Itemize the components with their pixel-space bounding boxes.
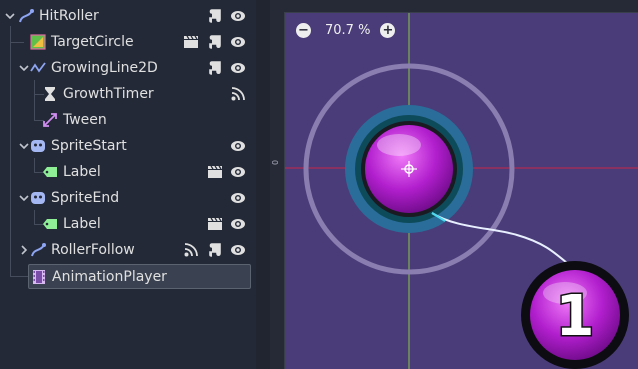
- zoom-in-button[interactable]: +: [380, 23, 396, 38]
- node-label: SpriteEnd: [51, 190, 120, 206]
- collapse-arrow-icon[interactable]: [18, 186, 30, 210]
- tree-guide: [34, 80, 35, 120]
- node-label: RollerFollow: [51, 242, 135, 258]
- tree-node-label-start[interactable]: Label: [42, 160, 101, 184]
- line2d-icon: [30, 60, 46, 76]
- script-icon[interactable]: [207, 34, 223, 50]
- script-icon[interactable]: [207, 60, 223, 76]
- tree-guide: [34, 210, 35, 224]
- visibility-eye-icon[interactable]: [230, 8, 246, 24]
- zoom-controls: − 70.7 % +: [296, 23, 396, 38]
- start-sprite-highlight: [377, 134, 421, 156]
- signal-icon[interactable]: [230, 86, 246, 102]
- visibility-eye-icon[interactable]: [230, 216, 246, 232]
- sprite-icon: [30, 138, 46, 154]
- visibility-eye-icon[interactable]: [230, 164, 246, 180]
- node-label: GrowthTimer: [63, 86, 154, 102]
- collapse-arrow-icon[interactable]: [4, 4, 16, 28]
- node-label: SpriteStart: [51, 138, 127, 154]
- tween-icon: [42, 112, 58, 128]
- sprite-icon: [30, 190, 46, 206]
- node-label: HitRoller: [39, 8, 99, 24]
- tree-guide: [34, 158, 35, 172]
- script-icon[interactable]: [207, 242, 223, 258]
- hourglass-icon: [42, 86, 58, 102]
- scene-tree-panel: HitRoller TargetCircle GrowingLine2D Gro…: [0, 0, 256, 369]
- node-label: TargetCircle: [51, 34, 134, 50]
- tree-guide: [10, 276, 28, 277]
- tree-node-growthtimer[interactable]: GrowthTimer: [42, 82, 154, 106]
- panel-splitter[interactable]: [256, 0, 270, 369]
- instance-clapper-icon[interactable]: [207, 216, 223, 232]
- ruler-origin-label: 0: [271, 159, 281, 166]
- vertical-ruler[interactable]: [270, 0, 285, 369]
- tree-node-animationplayer[interactable]: AnimationPlayer: [28, 264, 251, 289]
- tree-node-targetcircle[interactable]: TargetCircle: [30, 30, 134, 54]
- tree-guide: [10, 42, 24, 43]
- node-label: Label: [63, 164, 101, 180]
- collapse-arrow-icon[interactable]: [18, 134, 30, 158]
- tree-guide: [10, 26, 11, 276]
- tree-node-hitroller[interactable]: HitRoller: [18, 4, 99, 28]
- instance-clapper-icon[interactable]: [207, 164, 223, 180]
- label-tag-icon: [42, 164, 58, 180]
- scene-canvas: 1: [285, 13, 638, 369]
- visibility-eye-icon[interactable]: [230, 34, 246, 50]
- script-icon[interactable]: [207, 8, 223, 24]
- tree-node-tween[interactable]: Tween: [42, 108, 107, 132]
- zoom-level-label[interactable]: 70.7 %: [325, 23, 370, 38]
- canvas-viewport[interactable]: 1: [285, 13, 638, 369]
- tree-node-spriteend[interactable]: SpriteEnd: [30, 186, 119, 210]
- path-follow-icon: [30, 242, 46, 258]
- tree-node-rollerfollow[interactable]: RollerFollow: [30, 238, 135, 262]
- zoom-out-button[interactable]: −: [296, 23, 311, 38]
- end-sprite-number: 1: [556, 284, 595, 349]
- signal-icon[interactable]: [183, 242, 199, 258]
- sprite-texture-icon: [30, 34, 46, 50]
- node-label: Tween: [63, 112, 107, 128]
- expand-arrow-icon[interactable]: [18, 238, 30, 262]
- tree-node-spritestart[interactable]: SpriteStart: [30, 134, 127, 158]
- visibility-eye-icon[interactable]: [230, 60, 246, 76]
- label-tag-icon: [42, 216, 58, 232]
- path-follow-icon: [18, 8, 34, 24]
- film-icon: [31, 269, 47, 285]
- horizontal-ruler[interactable]: [284, 0, 638, 13]
- visibility-eye-icon[interactable]: [230, 242, 246, 258]
- node-label: GrowingLine2D: [51, 60, 158, 76]
- tree-node-label-end[interactable]: Label: [42, 212, 101, 236]
- node-label: AnimationPlayer: [52, 268, 167, 285]
- visibility-eye-icon[interactable]: [230, 190, 246, 206]
- visibility-eye-icon[interactable]: [230, 138, 246, 154]
- node-label: Label: [63, 216, 101, 232]
- instance-clapper-icon[interactable]: [183, 34, 199, 50]
- tree-node-growingline2d[interactable]: GrowingLine2D: [30, 56, 158, 80]
- collapse-arrow-icon[interactable]: [18, 56, 30, 80]
